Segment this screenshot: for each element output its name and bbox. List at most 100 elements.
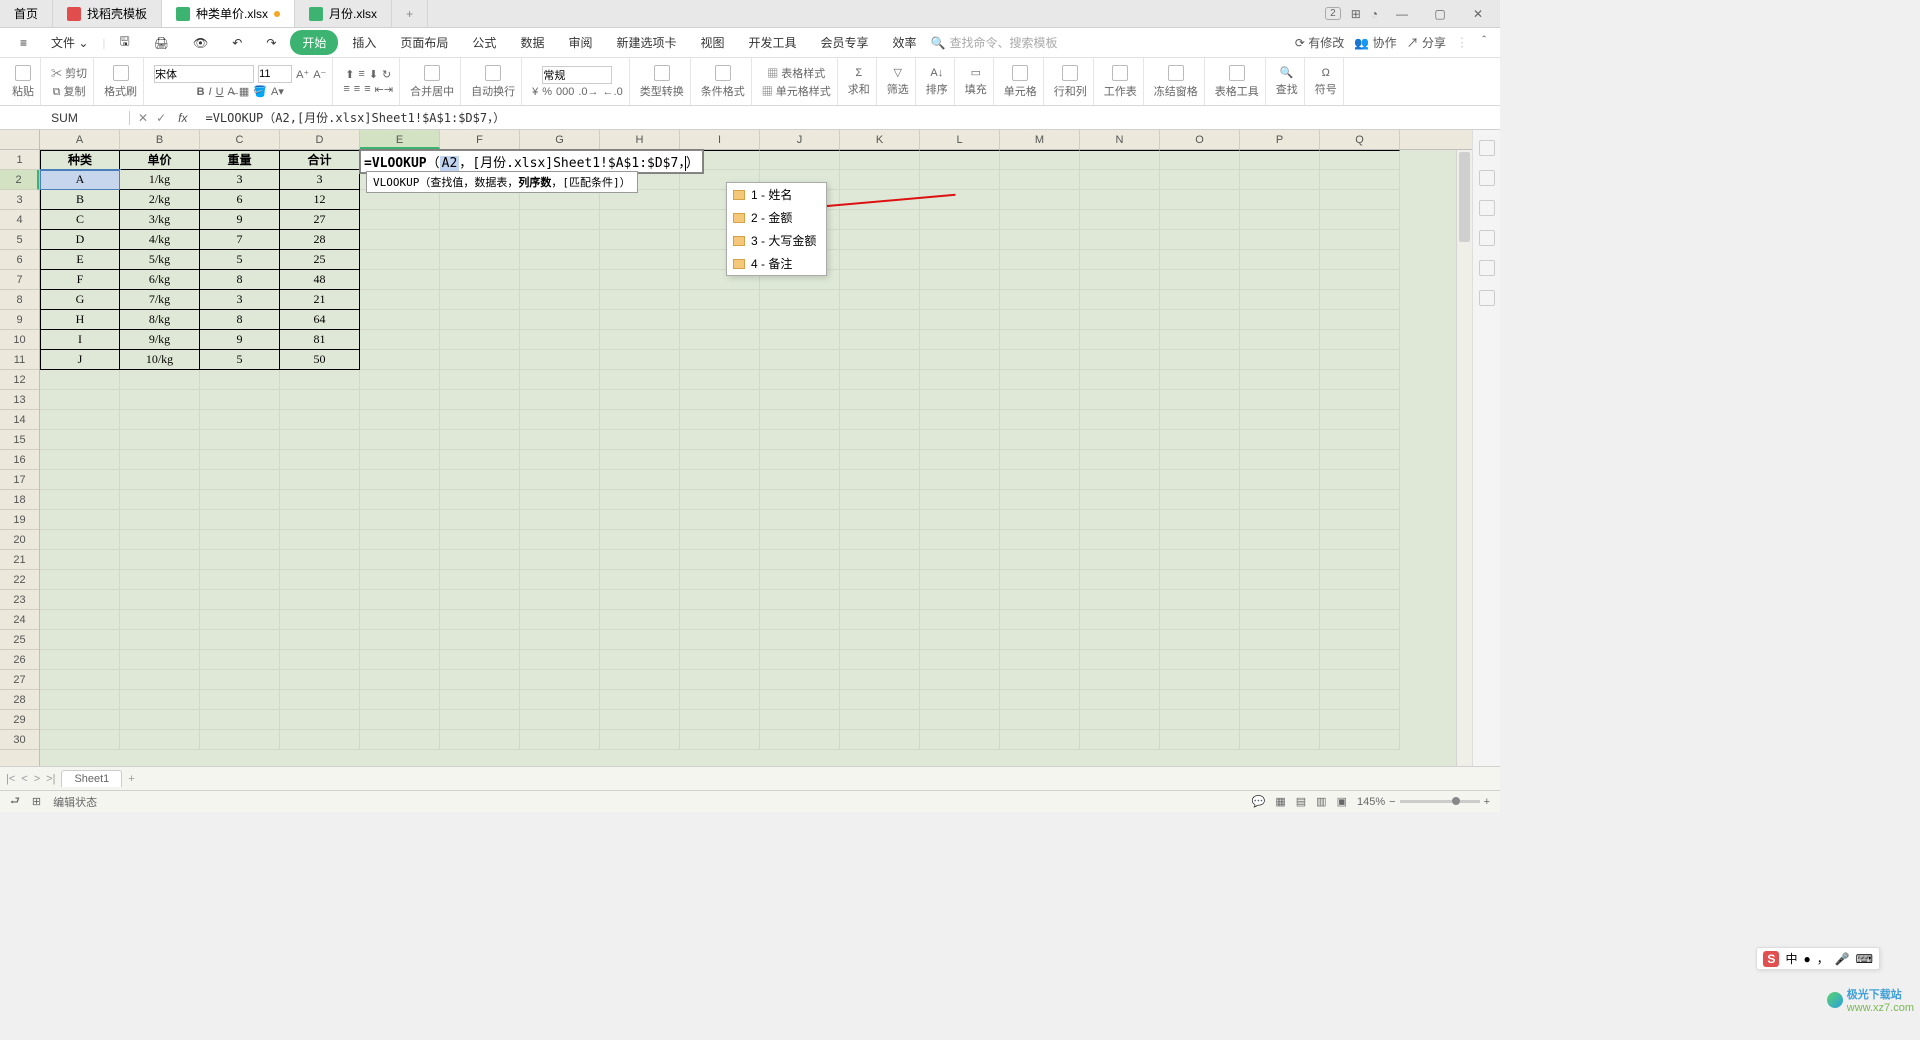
cell[interactable] (1000, 310, 1080, 330)
cell[interactable] (840, 670, 920, 690)
cell[interactable] (280, 410, 360, 430)
coop-button[interactable]: 👥 协作 (1354, 34, 1396, 51)
cell[interactable] (360, 610, 440, 630)
cell[interactable] (200, 370, 280, 390)
cell[interactable] (600, 610, 680, 630)
cell[interactable] (920, 690, 1000, 710)
status-cr-icon[interactable]: ⮐ (10, 792, 20, 811)
cell[interactable] (360, 630, 440, 650)
cell[interactable] (920, 350, 1000, 370)
cell[interactable] (1080, 250, 1160, 270)
ribbon-tabletool[interactable]: 表格工具 (1209, 58, 1266, 105)
cell[interactable] (1320, 410, 1400, 430)
column-header[interactable]: F (440, 130, 520, 149)
align-right-icon[interactable]: ≡ (364, 83, 370, 95)
cell[interactable] (1240, 670, 1320, 690)
cell[interactable] (1160, 690, 1240, 710)
cell[interactable] (120, 650, 200, 670)
cell[interactable] (1000, 410, 1080, 430)
cell[interactable] (840, 610, 920, 630)
cell[interactable] (1000, 630, 1080, 650)
cell[interactable] (1000, 570, 1080, 590)
ribbon-find[interactable]: 🔍查找 (1270, 58, 1305, 105)
cell[interactable] (840, 210, 920, 230)
menu-insert[interactable]: 插入 (342, 30, 386, 55)
cell[interactable] (200, 550, 280, 570)
cell[interactable] (1080, 150, 1160, 170)
cell[interactable] (1320, 370, 1400, 390)
cell[interactable] (600, 370, 680, 390)
menu-burger-icon[interactable]: ≡ (10, 32, 37, 54)
cell[interactable] (1320, 210, 1400, 230)
cell[interactable] (680, 510, 760, 530)
cell[interactable] (440, 370, 520, 390)
cell[interactable] (920, 250, 1000, 270)
cell[interactable] (1240, 610, 1320, 630)
cell[interactable] (280, 430, 360, 450)
cell[interactable] (680, 590, 760, 610)
cell[interactable] (1160, 190, 1240, 210)
cut-button[interactable]: ✂ 剪切 (51, 65, 87, 81)
cell[interactable]: 25 (280, 250, 360, 270)
align-left-icon[interactable]: ≡ (343, 83, 349, 95)
cell[interactable] (440, 350, 520, 370)
cell[interactable] (1080, 370, 1160, 390)
currency-icon[interactable]: ¥ (532, 86, 538, 98)
row-header[interactable]: 1 (0, 150, 39, 170)
cell[interactable] (360, 290, 440, 310)
cell[interactable] (1320, 230, 1400, 250)
cell[interactable]: 1/kg (120, 170, 200, 190)
ribbon-wrap[interactable]: 自动换行 (465, 58, 522, 105)
status-chat-icon[interactable]: 💬 (1252, 795, 1266, 808)
cell[interactable]: 3 (280, 170, 360, 190)
cell[interactable] (920, 390, 1000, 410)
cell[interactable] (920, 450, 1000, 470)
cell[interactable] (1320, 450, 1400, 470)
cell[interactable]: 5 (200, 250, 280, 270)
row-header[interactable]: 25 (0, 630, 39, 650)
ime-punct-icon[interactable]: ， (1817, 950, 1829, 967)
column-header[interactable]: B (120, 130, 200, 149)
cell[interactable]: D (40, 230, 120, 250)
cell[interactable] (600, 550, 680, 570)
cell[interactable] (280, 710, 360, 730)
minimize-button[interactable]: — (1388, 7, 1416, 21)
column-header[interactable]: K (840, 130, 920, 149)
cell[interactable] (440, 650, 520, 670)
cell[interactable] (920, 470, 1000, 490)
cell[interactable]: I (40, 330, 120, 350)
cell[interactable] (40, 630, 120, 650)
cell[interactable] (200, 610, 280, 630)
comma-icon[interactable]: 000 (556, 86, 574, 98)
cell[interactable] (840, 730, 920, 750)
cell[interactable] (280, 530, 360, 550)
cell[interactable] (840, 170, 920, 190)
tab-file-2[interactable]: 月份.xlsx (295, 0, 392, 27)
sidepanel-select-icon[interactable] (1479, 140, 1495, 156)
view-page-icon[interactable]: ▤ (1296, 795, 1306, 808)
cell[interactable] (1080, 210, 1160, 230)
grid[interactable]: ABCDEFGHIJKLMNOPQ 种类单价重量合计引用A1/kg33B2/kg… (40, 130, 1500, 766)
cell[interactable]: 27 (280, 210, 360, 230)
column-header[interactable]: M (1000, 130, 1080, 149)
cell[interactable] (440, 690, 520, 710)
tab-add[interactable]: + (392, 0, 428, 27)
cell[interactable] (1160, 470, 1240, 490)
cell-editor[interactable]: =VLOOKUP（A2，[月份.xlsx]Sheet1!$A$1:$D$7，） (360, 150, 703, 173)
cell[interactable]: 6/kg (120, 270, 200, 290)
cell[interactable] (200, 490, 280, 510)
cell[interactable] (360, 310, 440, 330)
indent-icon[interactable]: ⇤⇥ (375, 83, 393, 96)
row-header[interactable]: 15 (0, 430, 39, 450)
menu-newtab[interactable]: 新建选项卡 (606, 30, 686, 55)
cell[interactable] (1000, 390, 1080, 410)
cell[interactable] (600, 430, 680, 450)
cell[interactable] (1240, 190, 1320, 210)
cell[interactable] (1080, 530, 1160, 550)
cell[interactable] (1000, 450, 1080, 470)
cell[interactable] (360, 410, 440, 430)
cell[interactable] (360, 710, 440, 730)
cell[interactable] (920, 590, 1000, 610)
cell[interactable]: 3 (200, 170, 280, 190)
cell[interactable]: 50 (280, 350, 360, 370)
